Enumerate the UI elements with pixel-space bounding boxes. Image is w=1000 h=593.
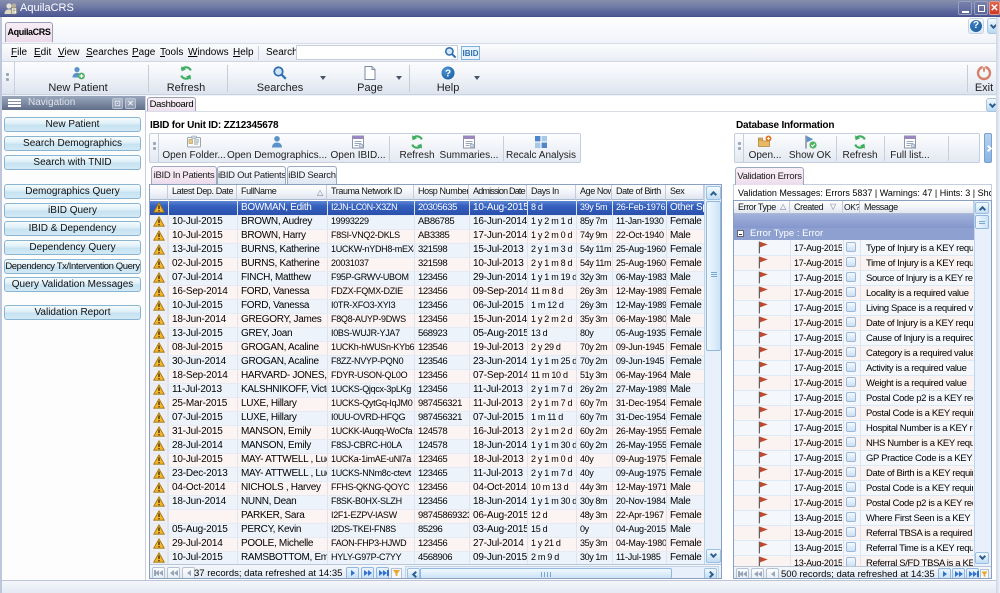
svg-text:?: ? [445,69,451,80]
